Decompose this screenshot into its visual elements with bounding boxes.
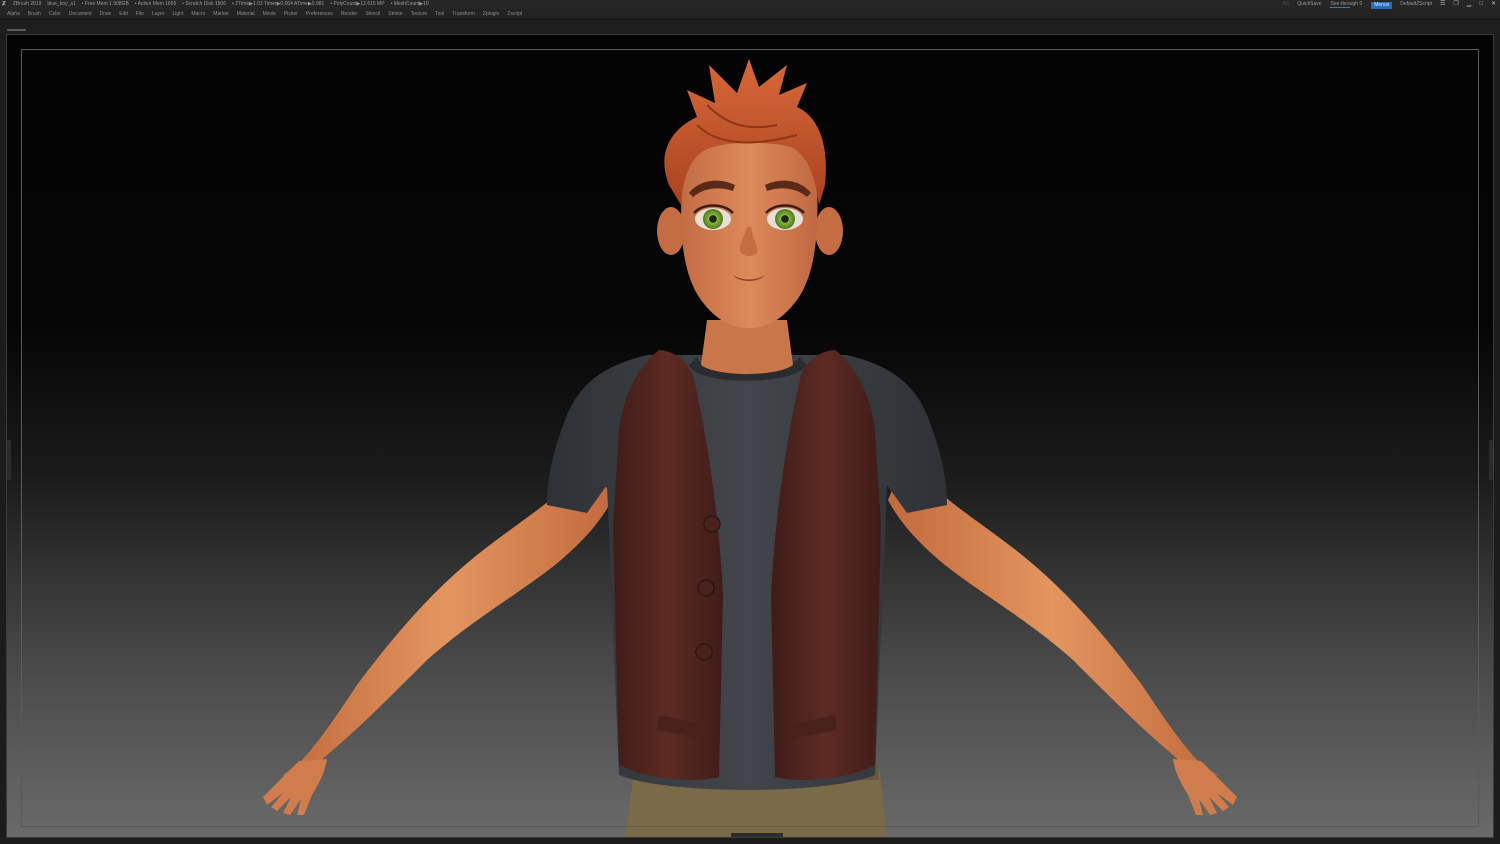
vest-button: [695, 643, 713, 661]
menu-tool[interactable]: Tool: [435, 9, 444, 19]
title-bar-info: ℤ ZBrush 2019 blue_boy_s1 • Free Mem 1.9…: [2, 0, 429, 9]
ac-indicator[interactable]: AC: [1282, 0, 1289, 9]
menu-stroke[interactable]: Stroke: [388, 9, 402, 19]
right-ear: [815, 207, 843, 255]
stat-polycount: • PolyCount▶12.615 MP: [330, 1, 385, 7]
menu-material[interactable]: Material: [237, 9, 255, 19]
script-button[interactable]: DefaultZScript: [1400, 0, 1432, 9]
bottom-tray-handle[interactable]: [731, 833, 783, 837]
close-icon[interactable]: ✕: [1491, 0, 1496, 9]
stat-free-mem: • Free Mem 1.908GB: [81, 1, 129, 7]
minimize-icon[interactable]: ▁: [1467, 0, 1472, 9]
character-model[interactable]: [7, 35, 1493, 837]
menu-marker[interactable]: Marker: [213, 9, 229, 19]
menu-draw[interactable]: Draw: [100, 9, 112, 19]
menu-texture[interactable]: Texture: [411, 9, 427, 19]
left-tray-handle[interactable]: [7, 440, 11, 480]
see-through-slider[interactable]: See-through 0: [1329, 0, 1364, 9]
menu-alpha[interactable]: Alpha: [7, 9, 20, 19]
left-arm: [263, 455, 612, 815]
zbrush-logo-icon: ℤ: [2, 1, 6, 7]
document-canvas[interactable]: [6, 34, 1494, 838]
menu-edit[interactable]: Edit: [119, 9, 128, 19]
menu-preferences[interactable]: Preferences: [306, 9, 333, 19]
menu-color[interactable]: Color: [49, 9, 61, 19]
restore-icon[interactable]: ❐: [1453, 0, 1458, 9]
app-name: ZBrush 2019: [12, 1, 42, 7]
see-through-fill: [1329, 7, 1350, 8]
menu-brush[interactable]: Brush: [28, 9, 41, 19]
title-bar: ℤ ZBrush 2019 blue_boy_s1 • Free Mem 1.9…: [0, 0, 1500, 9]
stat-active-mem: • Active Mem 1665: [134, 1, 177, 7]
quicksave-button[interactable]: QuickSave: [1297, 0, 1321, 9]
menu-light[interactable]: Light: [172, 9, 183, 19]
maximize-icon[interactable]: □: [1479, 0, 1483, 9]
neck: [701, 320, 793, 374]
menu-render[interactable]: Render: [341, 9, 357, 19]
right-arm: [888, 455, 1237, 815]
vest-button: [697, 579, 715, 597]
title-bar-controls: AC QuickSave See-through 0 Menus Default…: [1282, 0, 1496, 9]
zbrush-window: ℤ ZBrush 2019 blue_boy_s1 • Free Mem 1.9…: [0, 0, 1500, 844]
menu-file[interactable]: File: [136, 9, 144, 19]
menu-layer[interactable]: Layer: [152, 9, 165, 19]
right-eye: [765, 204, 805, 230]
right-tray-handle[interactable]: [1489, 440, 1493, 480]
palette-icon[interactable]: ☰: [1440, 0, 1445, 9]
stat-ztime: • ZTime▶1.03 Timer▶0.004 ATime▶0.981: [232, 1, 325, 7]
file-name: blue_boy_s1: [47, 1, 76, 7]
menu-document[interactable]: Document: [69, 9, 92, 19]
stat-scratch-disk: • Scratch Disk 1506: [182, 1, 226, 7]
main-menu-bar: Alpha Brush Color Document Draw Edit Fil…: [0, 9, 1500, 20]
3d-viewport[interactable]: [7, 35, 1493, 837]
menu-macro[interactable]: Macro: [191, 9, 205, 19]
menu-movie[interactable]: Movie: [263, 9, 276, 19]
menu-transform[interactable]: Transform: [452, 9, 475, 19]
menu-zplugin[interactable]: Zplugin: [483, 9, 499, 19]
vest-button: [703, 515, 721, 533]
menu-zscript[interactable]: Zscript: [507, 9, 522, 19]
menu-stencil[interactable]: Stencil: [365, 9, 380, 19]
shirt: [547, 355, 947, 790]
menus-toggle-button[interactable]: Menus: [1371, 1, 1393, 9]
top-shelf: [0, 20, 1500, 33]
left-ear: [657, 207, 685, 255]
stat-meshcount: • MeshCount▶10: [390, 1, 429, 7]
menu-picker[interactable]: Picker: [284, 9, 298, 19]
shelf-drag-handle[interactable]: [7, 29, 26, 31]
